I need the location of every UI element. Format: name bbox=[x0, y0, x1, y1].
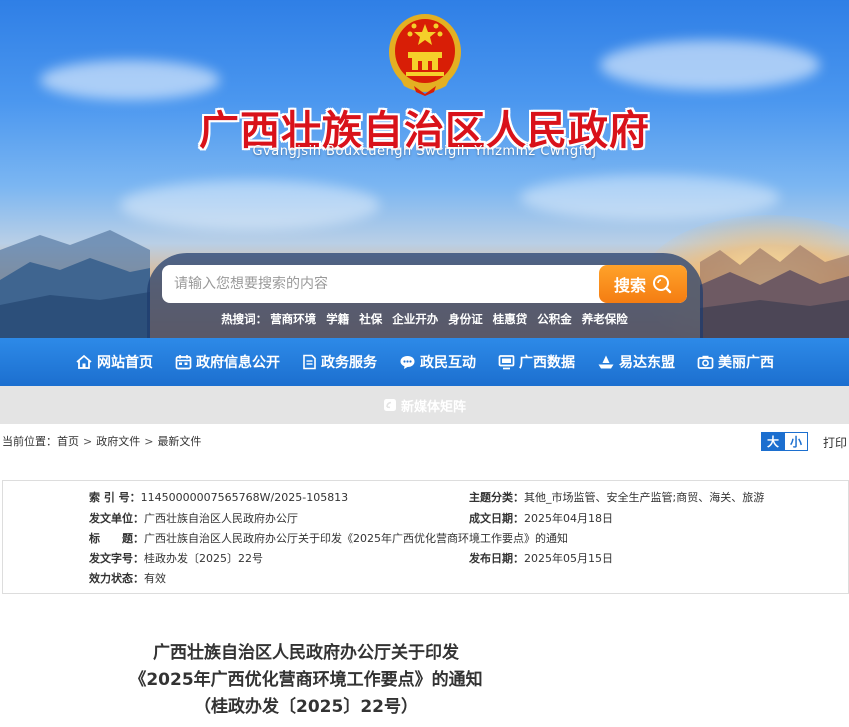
monitor-icon bbox=[498, 355, 515, 370]
hot-word-link[interactable]: 学籍 bbox=[326, 312, 349, 326]
search-button-label: 搜索 bbox=[613, 276, 646, 295]
nav-item-asean[interactable]: 易达东盟 bbox=[597, 352, 675, 372]
nav-item-label: 政府信息公开 bbox=[196, 355, 280, 371]
info-doc-number: 发文字号：桂政办发〔2025〕22号 bbox=[89, 550, 263, 566]
search-button[interactable]: 搜索 bbox=[599, 265, 687, 303]
search-icon bbox=[653, 275, 672, 294]
breadcrumb: 当前位置：首页 > 政府文件 > 最新文件 bbox=[2, 433, 201, 449]
info-label: 发文字号： bbox=[89, 552, 144, 565]
hot-word-link[interactable]: 营商环境 bbox=[270, 312, 316, 326]
nav-item-label: 广西数据 bbox=[519, 355, 575, 371]
breadcrumb-link-home[interactable]: 首页 bbox=[57, 435, 79, 448]
breadcrumb-link-latest-docs[interactable]: 最新文件 bbox=[157, 435, 201, 448]
national-emblem-icon bbox=[389, 14, 461, 96]
breadcrumb-separator: > bbox=[83, 435, 93, 448]
font-size-toggle: 大 小 bbox=[761, 432, 808, 451]
info-value: 其他_市场监管、安全生产监管;商贸、海关、旅游 bbox=[524, 491, 765, 504]
search-input[interactable] bbox=[174, 265, 594, 303]
home-icon bbox=[76, 354, 92, 369]
nav-item-label: 美丽广西 bbox=[718, 355, 774, 371]
document-title-line: （桂政办发〔2025〕22号） bbox=[194, 697, 418, 717]
hot-search-row: 热搜词： 营商环境 学籍 社保 企业开办 身份证 桂惠贷 公积金 养老保险 bbox=[0, 311, 849, 327]
hot-word-link[interactable]: 桂惠贷 bbox=[493, 312, 528, 326]
calendar-icon bbox=[175, 355, 192, 370]
font-large-button[interactable]: 大 bbox=[762, 433, 784, 450]
info-subject: 主题分类：其他_市场监管、安全生产监管;商贸、海关、旅游 bbox=[469, 489, 764, 505]
breadcrumb-link-gov-docs[interactable]: 政府文件 bbox=[96, 435, 140, 448]
main-nav: 网站首页 政府信息公开 政务服务 政民互动 广西数据 易达东盟 美丽广西 bbox=[0, 338, 849, 386]
info-published-date: 发布日期：2025年05月15日 bbox=[469, 550, 613, 566]
info-label: 效力状态： bbox=[89, 572, 144, 585]
hot-word-link[interactable]: 身份证 bbox=[448, 312, 483, 326]
info-value: 有效 bbox=[144, 572, 166, 585]
camera-icon bbox=[697, 355, 714, 369]
document-icon bbox=[303, 354, 316, 370]
media-icon bbox=[383, 399, 396, 411]
font-small-button[interactable]: 小 bbox=[784, 433, 807, 450]
info-title: 标 题：广西壮族自治区人民政府办公厅关于印发《2025年广西优化营商环境工作要点… bbox=[89, 530, 568, 546]
info-label: 索 引 号： bbox=[89, 491, 141, 504]
site-subtitle: Gvangjsih Bouxcuengh Swcigih Yinzminz Cw… bbox=[252, 144, 597, 159]
nav-item-beautiful-guangxi[interactable]: 美丽广西 bbox=[697, 352, 774, 372]
document-title-line: 广西壮族自治区人民政府办公厅关于印发 bbox=[153, 643, 459, 663]
nav-item-interaction[interactable]: 政民互动 bbox=[399, 352, 476, 372]
info-value: 11450000007565768W/2025-105813 bbox=[140, 491, 349, 504]
nav-item-gov-services[interactable]: 政务服务 bbox=[302, 352, 377, 372]
info-written-date: 成文日期：2025年04月18日 bbox=[469, 510, 613, 526]
chat-icon bbox=[400, 356, 415, 369]
document-info-table: 索 引 号：11450000007565768W/2025-105813 主题分… bbox=[2, 480, 849, 594]
ship-icon bbox=[598, 355, 614, 369]
info-label: 发文单位： bbox=[89, 512, 144, 525]
info-value: 桂政办发〔2025〕22号 bbox=[144, 552, 263, 565]
nav-item-home[interactable]: 网站首页 bbox=[75, 352, 153, 372]
info-label: 成文日期： bbox=[469, 512, 524, 525]
info-index: 索 引 号：11450000007565768W/2025-105813 bbox=[89, 489, 348, 505]
nav-item-guangxi-data[interactable]: 广西数据 bbox=[498, 352, 575, 372]
document-title: 广西壮族自治区人民政府办公厅关于印发 《2025年广西优化营商环境工作要点》的通… bbox=[0, 640, 612, 721]
info-issuer: 发文单位：广西壮族自治区人民政府办公厅 bbox=[89, 510, 298, 526]
nav-item-label: 政民互动 bbox=[420, 355, 476, 371]
new-media-bar[interactable]: 新媒体矩阵 bbox=[0, 386, 849, 424]
nav-item-label: 网站首页 bbox=[97, 355, 153, 371]
info-value: 2025年05月15日 bbox=[524, 552, 613, 565]
nav-item-label: 易达东盟 bbox=[619, 355, 675, 371]
new-media-label: 新媒体矩阵 bbox=[400, 399, 466, 415]
info-value: 广西壮族自治区人民政府办公厅关于印发《2025年广西优化营商环境工作要点》的通知 bbox=[144, 532, 568, 545]
hot-word-link[interactable]: 企业开办 bbox=[392, 312, 438, 326]
hot-word-link[interactable]: 社保 bbox=[359, 312, 382, 326]
nav-item-info-disclosure[interactable]: 政府信息公开 bbox=[175, 352, 280, 372]
info-label: 主题分类： bbox=[469, 491, 524, 504]
info-label: 发布日期： bbox=[469, 552, 524, 565]
info-value: 广西壮族自治区人民政府办公厅 bbox=[144, 512, 298, 525]
hot-word-link[interactable]: 养老保险 bbox=[582, 312, 628, 326]
breadcrumb-prefix: 当前位置： bbox=[2, 435, 57, 448]
hot-word-link[interactable]: 公积金 bbox=[537, 312, 572, 326]
nav-item-label: 政务服务 bbox=[321, 355, 377, 371]
print-button[interactable]: 打印 bbox=[823, 434, 847, 451]
info-status: 效力状态：有效 bbox=[89, 570, 166, 586]
document-title-line: 《2025年广西优化营商环境工作要点》的通知 bbox=[129, 670, 483, 690]
breadcrumb-separator: > bbox=[144, 435, 154, 448]
info-label: 标 题： bbox=[89, 532, 144, 545]
hot-search-label: 热搜词： bbox=[221, 312, 268, 326]
info-value: 2025年04月18日 bbox=[524, 512, 613, 525]
